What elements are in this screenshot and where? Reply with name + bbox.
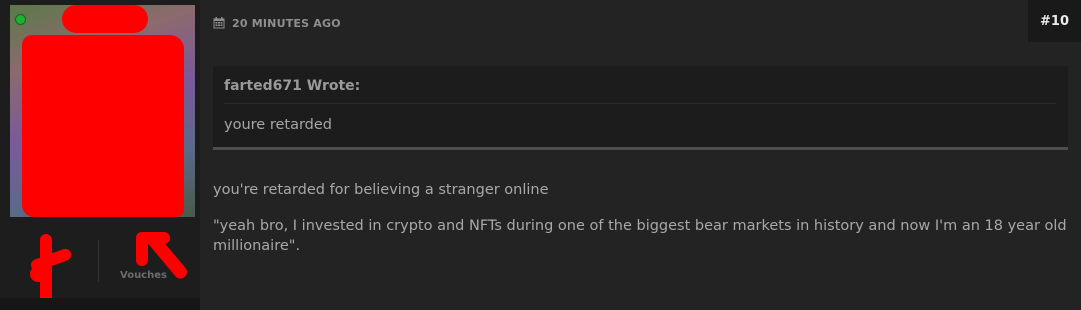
post-header: 20 MINUTES AGO xyxy=(213,15,341,31)
avatar[interactable] xyxy=(10,5,195,217)
post-timestamp: 20 MINUTES AGO xyxy=(232,16,341,30)
online-status-dot xyxy=(15,14,26,25)
stat-redaction-left-dot xyxy=(30,266,46,282)
post-number-link[interactable]: #10 xyxy=(1028,0,1081,42)
avatar-redaction-top xyxy=(62,5,148,33)
quote-block: farted671 Wrote: youre retarded xyxy=(213,66,1068,150)
user-panel: Vouches xyxy=(0,0,200,310)
vouches-label[interactable]: Vouches xyxy=(120,270,167,281)
post-body: you're retarded for believing a stranger… xyxy=(213,180,1068,272)
user-stats: Vouches xyxy=(10,229,195,304)
stat-redaction-right-head2 xyxy=(136,232,148,266)
avatar-redaction xyxy=(22,35,184,217)
forum-post: Vouches 20 MINUTES AGO #10 farted671 Wro… xyxy=(0,0,1081,310)
quote-divider xyxy=(224,103,1056,104)
post-paragraph: "yeah bro, I invested in crypto and NFTs… xyxy=(213,218,1067,254)
quote-text: youre retarded xyxy=(224,117,332,133)
calendar-icon xyxy=(213,17,225,29)
user-panel-footer xyxy=(0,298,200,310)
stat-divider xyxy=(98,240,99,282)
quote-author[interactable]: farted671 Wrote: xyxy=(224,78,360,94)
post-paragraph: you're retarded for believing a stranger… xyxy=(213,182,549,198)
